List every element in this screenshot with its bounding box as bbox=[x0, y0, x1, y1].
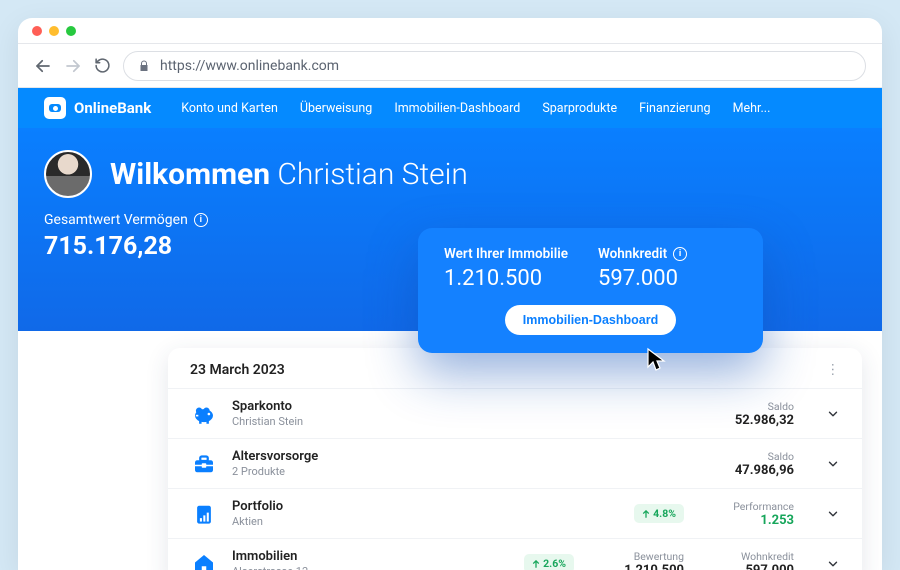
value-amount: 1.210.500 bbox=[606, 563, 684, 570]
row-titles: SparkontoChristian Stein bbox=[232, 399, 452, 428]
brand[interactable]: OnlineBank bbox=[44, 97, 151, 119]
account-row[interactable]: ImmobilienAlserstrasse 12 2.6% Bewertung1.… bbox=[168, 538, 862, 570]
forward-button[interactable] bbox=[64, 57, 82, 75]
row-title: Sparkonto bbox=[232, 399, 452, 414]
card-date: 23 March 2023 bbox=[190, 362, 285, 378]
value-label: Saldo bbox=[716, 400, 794, 413]
value-amount: 52.986,32 bbox=[716, 413, 794, 428]
value-amount: 47.986,96 bbox=[716, 463, 794, 478]
window-titlebar bbox=[18, 18, 882, 44]
welcome-username: Christian Stein bbox=[277, 157, 467, 192]
value-amount: 597.000 bbox=[716, 563, 794, 570]
row-titles: ImmobilienAlserstrasse 12 bbox=[232, 549, 452, 570]
value-label: Bewertung bbox=[606, 550, 684, 563]
value-column: Performance1.253 bbox=[716, 500, 794, 528]
change-badge: 4.8% bbox=[634, 504, 684, 523]
cursor-icon bbox=[646, 347, 668, 373]
welcome-prefix: Wilkommen bbox=[110, 157, 270, 192]
nav-item-accounts[interactable]: Konto und Karten bbox=[181, 101, 278, 116]
accounts-card: 23 March 2023 ⋯ SparkontoChristian Stein… bbox=[168, 348, 862, 570]
welcome-text: Wilkommen Christian Stein bbox=[110, 157, 468, 192]
window-close-dot[interactable] bbox=[32, 26, 42, 36]
property-value: 1.210.500 bbox=[444, 266, 568, 291]
value-label: Performance bbox=[716, 500, 794, 513]
row-title: Altersvorsorge bbox=[232, 449, 452, 464]
row-subtitle: Aktien bbox=[232, 515, 452, 528]
dashboard-button[interactable]: Immobilien-Dashboard bbox=[505, 305, 676, 335]
brand-name: OnlineBank bbox=[74, 99, 151, 117]
home-loan-value: 597.000 bbox=[598, 266, 687, 291]
row-icon bbox=[190, 450, 218, 478]
change-badge: 2.6% bbox=[524, 554, 574, 570]
value-label: Saldo bbox=[716, 450, 794, 463]
address-bar[interactable]: https://www.onlinebank.com bbox=[123, 51, 866, 81]
row-icon bbox=[190, 400, 218, 428]
product-nav: OnlineBank Konto und Karten Überweisung … bbox=[18, 88, 882, 128]
back-button[interactable] bbox=[34, 57, 52, 75]
url-text: https://www.onlinebank.com bbox=[160, 58, 339, 74]
info-icon[interactable]: i bbox=[673, 247, 687, 261]
home-loan-label: Wohnkredit i bbox=[598, 246, 687, 262]
reload-button[interactable] bbox=[94, 57, 111, 74]
window-minimize-dot[interactable] bbox=[49, 26, 59, 36]
row-subtitle: Christian Stein bbox=[232, 415, 452, 428]
row-title: Portfolio bbox=[232, 499, 452, 514]
row-titles: PortfolioAktien bbox=[232, 499, 452, 528]
nav-item-realestate[interactable]: Immobilien-Dashboard bbox=[394, 101, 520, 116]
value-column: Wohnkredit597.000 bbox=[716, 550, 794, 570]
info-icon[interactable]: i bbox=[194, 213, 208, 227]
lock-icon bbox=[138, 59, 150, 73]
row-icon bbox=[190, 550, 218, 570]
total-assets-label: Gesamtwert Vermögen i bbox=[44, 212, 856, 228]
value-amount: 1.253 bbox=[716, 513, 794, 528]
chevron-down-icon[interactable] bbox=[826, 507, 840, 521]
property-popover: Wert Ihrer Immobilie 1.210.500 Wohnkredi… bbox=[418, 228, 763, 353]
browser-toolbar: https://www.onlinebank.com bbox=[18, 44, 882, 88]
value-label: Wohnkredit bbox=[716, 550, 794, 563]
account-row[interactable]: Altersvorsorge2 Produkte Saldo47.986,96 bbox=[168, 438, 862, 488]
nav-item-savings[interactable]: Sparprodukte bbox=[542, 101, 617, 116]
account-row[interactable]: PortfolioAktien 4.8% Performance1.253 bbox=[168, 488, 862, 538]
more-menu-icon[interactable]: ⋯ bbox=[825, 363, 841, 378]
row-icon bbox=[190, 500, 218, 528]
row-title: Immobilien bbox=[232, 549, 452, 564]
account-row[interactable]: SparkontoChristian Stein Saldo52.986,32 bbox=[168, 388, 862, 438]
value-column: Bewertung1.210.500 bbox=[606, 550, 684, 570]
chevron-down-icon[interactable] bbox=[826, 557, 840, 570]
nav-item-financing[interactable]: Finanzierung bbox=[639, 101, 710, 116]
avatar[interactable] bbox=[44, 150, 92, 198]
browser-window: https://www.onlinebank.com OnlineBank Ko… bbox=[18, 18, 882, 570]
value-column: Saldo47.986,96 bbox=[716, 450, 794, 478]
row-titles: Altersvorsorge2 Produkte bbox=[232, 449, 452, 478]
nav-item-more[interactable]: Mehr... bbox=[733, 101, 771, 116]
window-zoom-dot[interactable] bbox=[66, 26, 76, 36]
nav-item-transfer[interactable]: Überweisung bbox=[300, 101, 372, 116]
chevron-down-icon[interactable] bbox=[826, 407, 840, 421]
property-value-label: Wert Ihrer Immobilie bbox=[444, 246, 568, 262]
chevron-down-icon[interactable] bbox=[826, 457, 840, 471]
value-column: Saldo52.986,32 bbox=[716, 400, 794, 428]
row-subtitle: Alserstrasse 12 bbox=[232, 565, 452, 570]
brand-icon bbox=[44, 97, 66, 119]
row-subtitle: 2 Produkte bbox=[232, 465, 452, 478]
